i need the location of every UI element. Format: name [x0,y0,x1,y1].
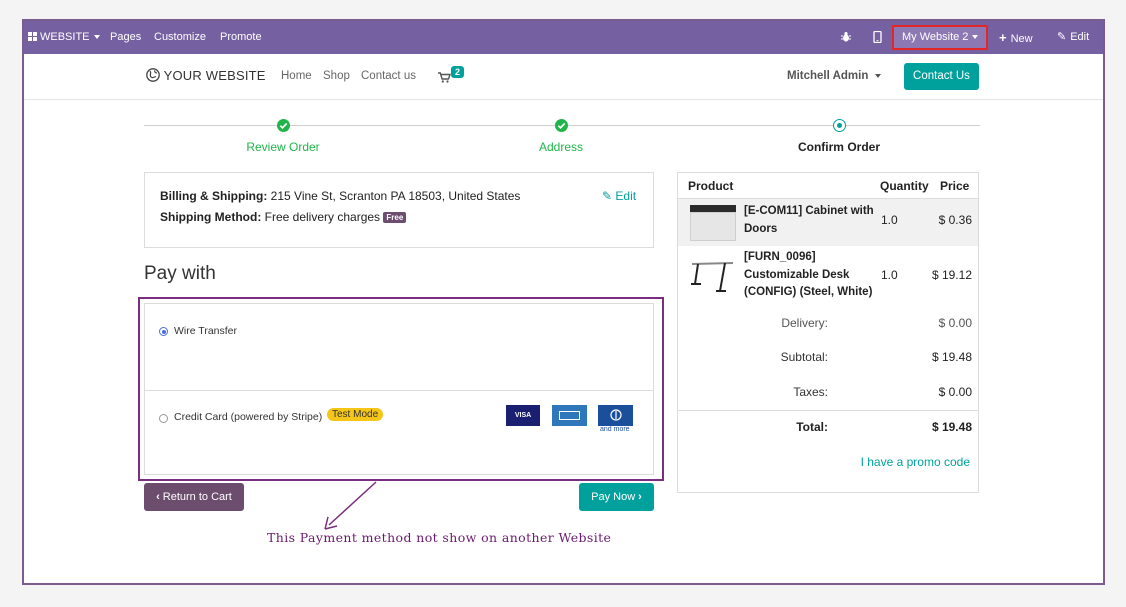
screenshot-frame: WEBSITE Pages Customize Promote My Websi… [22,19,1105,585]
return-to-cart-button[interactable]: ‹ Return to Cart [144,483,244,511]
apps-grid-icon [28,32,37,41]
customize-menu[interactable]: Customize [154,21,206,54]
promo-code-link[interactable]: I have a promo code [861,455,970,469]
step-confirm-order: Confirm Order [797,140,880,154]
product-qty: 1.0 [881,268,898,282]
step-address[interactable]: Address [471,140,651,154]
total-value: $ 19.48 [931,420,972,434]
edit-address-link[interactable]: ✎ Edit [602,189,636,203]
current-step-dot [833,119,846,132]
cart-icon[interactable] [438,70,451,88]
product-price: $ 19.12 [931,268,972,282]
caret-down-icon [93,35,100,40]
annotation-arrow [324,481,377,530]
chevron-right-icon: › [638,491,642,503]
caret-down-icon [875,73,882,78]
site-header: YOUR WEBSITE Home Shop Contact us 2 Mitc… [24,54,1103,100]
chevron-left-icon: ‹ [156,491,160,503]
test-mode-badge: Test Mode [327,408,384,421]
shipping-method: Shipping Method: Free delivery charges F… [160,210,407,224]
order-summary-table: Product Quantity Price [E-COM11] Cabinet… [677,172,979,493]
desk-thumbnail [691,262,734,292]
diners-club-icon [598,405,633,426]
product-qty: 1.0 [881,213,898,227]
payment-divider [145,390,653,391]
product-name[interactable]: [FURN_0096] Customizable Desk (CONFIG) (… [744,249,879,302]
payment-methods-box: Wire Transfer Credit Card (powered by St… [144,303,654,475]
wire-transfer-label[interactable]: Wire Transfer [174,325,237,337]
subtotal-value: $ 19.48 [931,350,972,364]
delivery-value: $ 0.00 [938,316,972,330]
nav-home[interactable]: Home [281,70,312,82]
total-divider [678,410,978,411]
user-menu[interactable]: Mitchell Admin [787,70,882,82]
visa-icon: VISA [506,405,540,426]
product-price: $ 0.36 [938,213,972,227]
header-quantity: Quantity [880,179,929,193]
admin-topbar: WEBSITE Pages Customize Promote My Websi… [24,21,1103,54]
edit-icon: ✎ [602,189,613,203]
debug-bug-icon[interactable] [840,21,852,54]
checkmark-icon [277,119,290,132]
free-badge: Free [383,212,407,223]
billing-address: Billing & Shipping: 215 Vine St, Scranto… [160,189,521,203]
header-product: Product [688,179,734,193]
pencil-icon: ✎ [1057,31,1067,43]
taxes-label: Taxes: [793,385,828,399]
cabinet-thumbnail [690,205,736,241]
credit-card-label[interactable]: Credit Card (powered by Stripe) [174,411,322,423]
wire-transfer-radio[interactable] [159,327,168,336]
and-more-label: and more [600,426,630,433]
cart-count-badge: 2 [451,66,465,78]
promote-menu[interactable]: Promote [220,21,262,54]
total-label: Total: [796,420,828,434]
nav-shop[interactable]: Shop [323,70,350,82]
website-menu[interactable]: WEBSITE [28,21,100,54]
product-name[interactable]: [E-COM11] Cabinet with Doors [744,203,879,238]
new-button[interactable]: + New [999,21,1033,54]
header-price: Price [940,179,970,193]
caret-down-icon [972,35,979,40]
pay-now-button[interactable]: Pay Now › [579,483,654,511]
taxes-value: $ 0.00 [938,385,972,399]
mobile-preview-icon[interactable] [873,21,882,54]
globe-icon [146,68,160,82]
annotation-text: This Payment method not show on another … [267,530,612,545]
credit-card-radio[interactable] [159,414,168,423]
nav-contact-us[interactable]: Contact us [361,70,416,82]
website-selector[interactable]: My Website 2 [892,25,988,50]
pay-with-heading: Pay with [144,263,216,284]
delivery-label: Delivery: [781,316,828,330]
amex-icon [552,405,587,426]
step-review-order[interactable]: Review Order [193,140,373,154]
site-logo[interactable]: YOUR WEBSITE [146,68,266,83]
edit-button[interactable]: ✎ Edit [1057,21,1089,54]
subtotal-label: Subtotal: [780,350,828,364]
pages-menu[interactable]: Pages [110,21,141,54]
plus-icon: + [999,30,1007,45]
contact-us-button[interactable]: Contact Us [904,63,979,90]
billing-shipping-box: Billing & Shipping: 215 Vine St, Scranto… [144,172,654,248]
checkmark-icon [555,119,568,132]
